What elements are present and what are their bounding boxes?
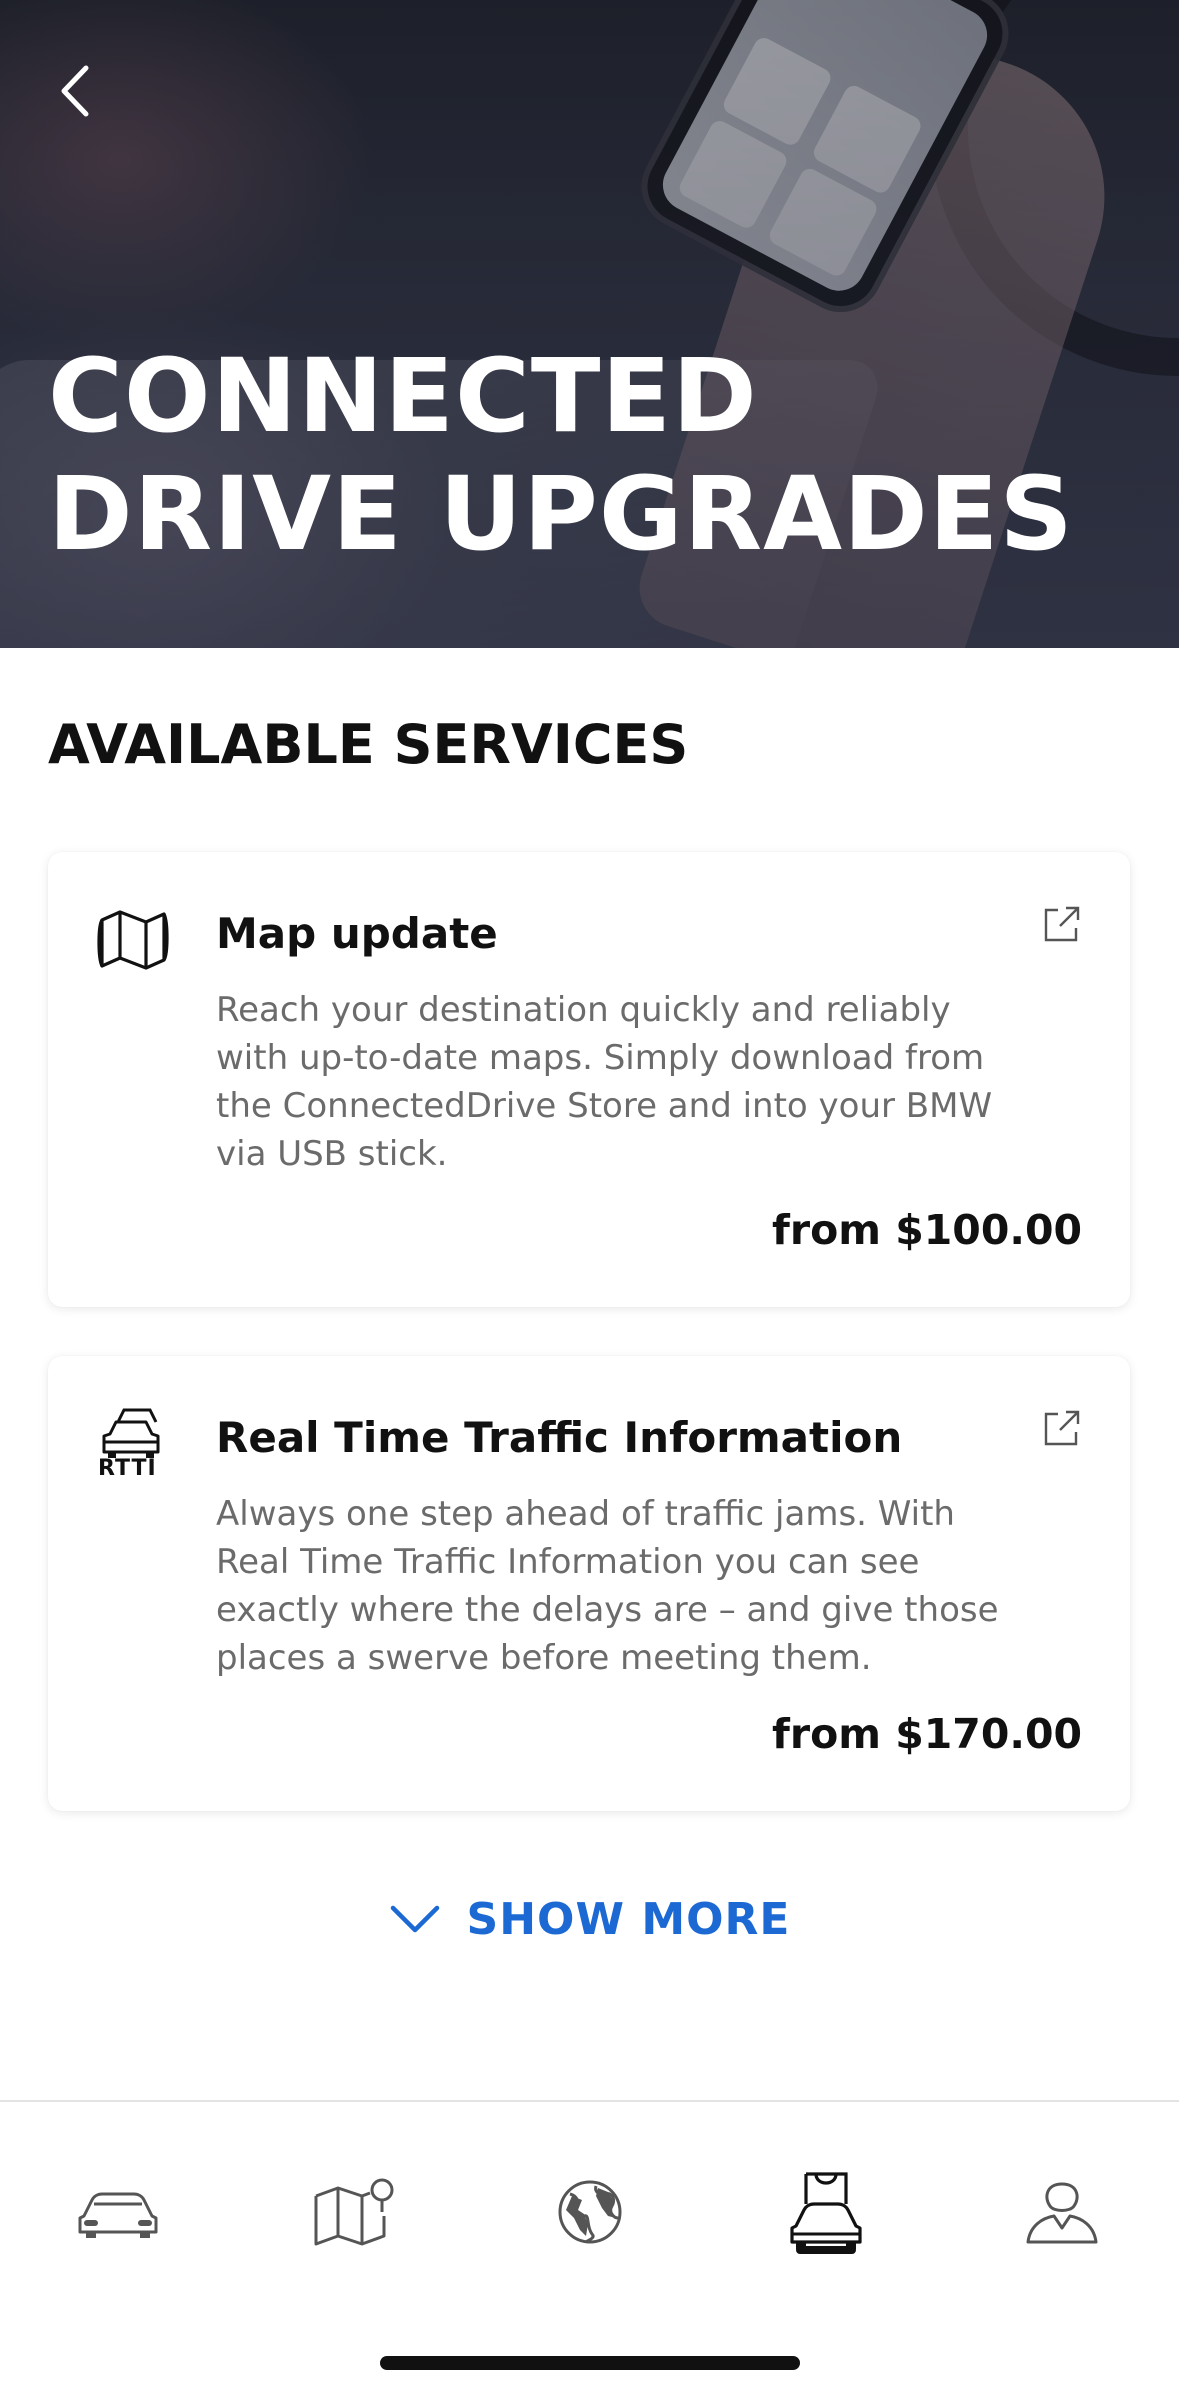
rtti-icon-label: RTTI xyxy=(98,1456,157,1481)
service-description: Always one step ahead of traffic jams. W… xyxy=(216,1494,999,1678)
chevron-down-icon xyxy=(390,1905,439,1933)
page-title: CONNECTED DRIVE UPGRADES xyxy=(48,338,1074,574)
active-tab-indicator xyxy=(796,2246,856,2254)
home-indicator[interactable] xyxy=(380,2356,800,2370)
profile-icon xyxy=(1026,2182,1098,2244)
show-more-label: SHOW MORE xyxy=(466,1893,791,1945)
tab-shop[interactable] xyxy=(766,2152,886,2272)
shop-car-icon xyxy=(790,2172,862,2249)
globe-icon xyxy=(558,2180,622,2244)
page-title-line-2: DRIVE UPGRADES xyxy=(48,455,1074,574)
map-pin-icon xyxy=(314,2178,394,2246)
hero-banner: CONNECTED DRIVE UPGRADES xyxy=(0,0,1179,648)
page-title-line-1: CONNECTED xyxy=(48,337,758,456)
external-link-icon[interactable] xyxy=(1042,1408,1082,1448)
service-title: Map update xyxy=(216,909,498,958)
service-description: Reach your destination quickly and relia… xyxy=(216,990,993,1174)
service-card-map-update[interactable]: Map update Reach your destination quickl… xyxy=(48,852,1130,1307)
back-button[interactable] xyxy=(56,62,100,120)
external-link-icon[interactable] xyxy=(1042,904,1082,944)
service-price: from $170.00 xyxy=(772,1710,1082,1758)
bottom-tab-bar xyxy=(0,2100,1179,2398)
section-heading: AVAILABLE SERVICES xyxy=(48,713,689,776)
service-card-real-time-traffic[interactable]: RTTI Real Time Traffic Information Alway… xyxy=(48,1356,1130,1811)
tab-discover[interactable] xyxy=(530,2152,650,2272)
service-price: from $100.00 xyxy=(772,1206,1082,1254)
service-title: Real Time Traffic Information xyxy=(216,1413,903,1462)
show-more-button[interactable]: SHOW MORE xyxy=(0,1884,1179,1954)
tab-vehicle[interactable] xyxy=(58,2152,178,2272)
chevron-left-icon xyxy=(61,65,89,117)
tab-map[interactable] xyxy=(294,2152,414,2272)
map-icon xyxy=(97,910,169,970)
tab-profile[interactable] xyxy=(1002,2152,1122,2272)
car-icon xyxy=(78,2192,158,2238)
